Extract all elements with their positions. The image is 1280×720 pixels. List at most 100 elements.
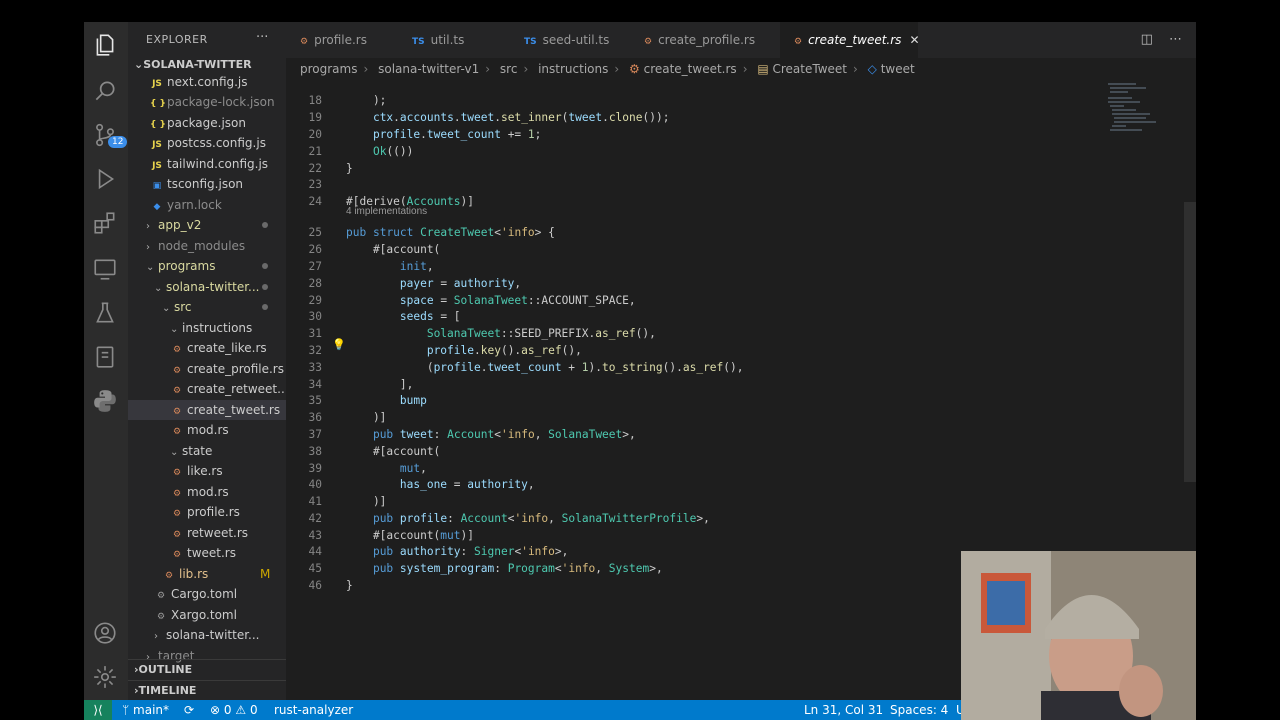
code-line[interactable]: 25 pub struct CreateTweet<'info> { — [286, 224, 1086, 241]
file-package-lock[interactable]: { }package-lock.json — [128, 92, 286, 112]
breadcrumb-item[interactable]: tweet — [881, 62, 915, 76]
breadcrumb-item[interactable]: src — [500, 62, 518, 76]
code-line[interactable]: 35 bump — [286, 392, 1086, 409]
file-create-tweet[interactable]: ⚙ create_tweet.rs — [128, 400, 286, 420]
file-create-retweet[interactable]: ⚙ create_retweet... — [128, 379, 286, 399]
file-tsconfig[interactable]: ▣ tsconfig.json — [128, 174, 286, 194]
explorer-icon[interactable] — [92, 32, 120, 60]
folder-programs[interactable]: ⌄ programs — [128, 256, 286, 276]
code-line[interactable]: 20 profile.tweet_count += 1; — [286, 126, 1086, 143]
cursor-position[interactable]: Ln 31, Col 31 — [804, 700, 883, 720]
code-line[interactable]: 18 ); — [286, 92, 1086, 109]
code-line[interactable]: 29 space = SolanaTweet::ACCOUNT_SPACE, — [286, 292, 1086, 309]
remote-explorer-icon[interactable] — [92, 256, 120, 284]
indentation-status[interactable]: Spaces: 4 — [890, 700, 948, 720]
tab-seed-util-ts[interactable]: TS seed-util.ts — [510, 22, 630, 58]
file-tailwind-config[interactable]: JS tailwind.config.js — [128, 154, 286, 174]
minimap[interactable] — [1106, 80, 1166, 160]
file-lib[interactable]: ⚙ lib.rs M — [128, 564, 286, 584]
file-retweet[interactable]: ⚙ retweet.rs — [128, 523, 286, 543]
folder-state[interactable]: ⌄ state — [128, 441, 286, 461]
search-icon[interactable] — [92, 78, 120, 106]
account-icon[interactable] — [92, 620, 120, 648]
timeline-section[interactable]: ›TIMELINE — [128, 680, 286, 700]
file-create-like[interactable]: ⚙ create_like.rs — [128, 338, 286, 358]
folder-solana-twitter-2[interactable]: › solana-twitter... — [128, 625, 286, 645]
code-line[interactable]: 42 pub profile: Account<'info, SolanaTwi… — [286, 510, 1086, 527]
folder-app-v2[interactable]: › app_v2 — [128, 215, 286, 235]
code-line[interactable]: 31 SolanaTweet::SEED_PREFIX.as_ref(), — [286, 325, 1086, 342]
breadcrumb-item[interactable]: CreateTweet — [773, 62, 848, 76]
code-line[interactable]: 43 #[account(mut)] — [286, 527, 1086, 544]
tab-profile-rs[interactable]: ⚙ profile.rs — [286, 22, 398, 58]
code-line[interactable]: 38 #[account( — [286, 443, 1086, 460]
file-create-profile[interactable]: ⚙ create_profile.rs — [128, 359, 286, 379]
extensions-icon[interactable] — [92, 210, 120, 238]
outline-section[interactable]: ›OUTLINE — [128, 659, 286, 679]
code-line[interactable]: 40 has_one = authority, — [286, 476, 1086, 493]
file-tweet[interactable]: ⚙ tweet.rs — [128, 543, 286, 563]
code-line[interactable]: 22} — [286, 160, 1086, 177]
lightbulb-icon[interactable]: 💡 — [332, 338, 346, 351]
code-line[interactable]: 26 #[account( — [286, 241, 1086, 258]
file-state-mod[interactable]: ⚙ mod.rs — [128, 482, 286, 502]
folder-instructions[interactable]: ⌄ instructions — [128, 318, 286, 338]
notebook-icon[interactable] — [92, 344, 120, 372]
code-line[interactable]: 30 seeds = [ — [286, 308, 1086, 325]
tab-util-ts[interactable]: TS util.ts — [398, 22, 510, 58]
code-line[interactable]: 33 (profile.tweet_count + 1).to_string()… — [286, 359, 1086, 376]
rust-file-icon: ⚙ — [172, 407, 182, 417]
source-control-icon[interactable]: 12 — [92, 122, 128, 150]
line-number: 30 — [308, 310, 322, 323]
workspace-root[interactable]: ⌄SOLANA-TWITTER — [134, 58, 252, 71]
more-icon[interactable]: ⋯ — [1169, 32, 1182, 47]
code-line[interactable]: 27 init, — [286, 258, 1086, 275]
rust-analyzer-status[interactable]: rust-analyzer — [274, 700, 353, 720]
run-debug-icon[interactable] — [92, 166, 120, 194]
code-line[interactable]: 37 pub tweet: Account<'info, SolanaTweet… — [286, 426, 1086, 443]
folder-solana-twitter-v1[interactable]: ⌄ solana-twitter... — [128, 277, 286, 297]
python-icon[interactable] — [92, 388, 120, 416]
code-line[interactable]: 32 profile.key().as_ref(), — [286, 342, 1086, 359]
chevron-right-icon: › — [154, 631, 158, 642]
file-postcss-config[interactable]: JS postcss.config.js — [128, 133, 286, 153]
branch-status[interactable]: ᛘ main* — [122, 700, 169, 720]
code-line[interactable]: 41 )] — [286, 493, 1086, 510]
problems-status[interactable]: ⊗ 0 ⚠ 0 — [210, 700, 258, 720]
code-line[interactable]: 39 mut, — [286, 460, 1086, 477]
file-yarn-lock[interactable]: ◆ yarn.lock — [128, 195, 286, 215]
tab-create-profile-rs[interactable]: ⚙ create_profile.rs — [630, 22, 780, 58]
file-next-config[interactable]: JS next.config.js — [128, 72, 286, 92]
code-line[interactable]: 28 payer = authority, — [286, 275, 1086, 292]
testing-icon[interactable] — [92, 300, 120, 328]
folder-node-modules[interactable]: › node_modules — [128, 236, 286, 256]
breadcrumb-item[interactable]: create_tweet.rs — [644, 62, 737, 76]
chevron-right-icon: › — [146, 221, 150, 232]
breadcrumb-item[interactable]: solana-twitter-v1 — [378, 62, 479, 76]
breadcrumb-item[interactable]: instructions — [538, 62, 608, 76]
line-number: 46 — [308, 579, 322, 592]
file-like[interactable]: ⚙ like.rs — [128, 461, 286, 481]
code-line[interactable]: 36 )] — [286, 409, 1086, 426]
file-profile[interactable]: ⚙ profile.rs — [128, 502, 286, 522]
split-editor-icon[interactable]: ◫ — [1141, 32, 1153, 47]
codelens-implementations[interactable]: 4 implementations — [346, 206, 427, 217]
folder-src[interactable]: ⌄ src — [128, 297, 286, 317]
sync-icon[interactable]: ⟳ — [184, 700, 194, 720]
code-line[interactable]: 23 — [286, 176, 1086, 193]
settings-gear-icon[interactable] — [92, 664, 120, 692]
close-icon[interactable]: ✕ — [909, 33, 919, 47]
file-cargo-toml[interactable]: ⚙ Cargo.toml — [128, 584, 286, 604]
remote-icon[interactable]: ⟩⟨ — [84, 700, 112, 720]
breadcrumb-item[interactable]: programs — [300, 62, 357, 76]
file-xargo-toml[interactable]: ⚙ Xargo.toml — [128, 605, 286, 625]
code-text: } — [346, 162, 353, 175]
code-line[interactable]: 21 Ok(()) — [286, 143, 1086, 160]
file-instructions-mod[interactable]: ⚙ mod.rs — [128, 420, 286, 440]
code-line[interactable]: 34 ], — [286, 376, 1086, 393]
tab-create-tweet-rs[interactable]: ⚙ create_tweet.rs ✕ — [780, 22, 920, 58]
code-line[interactable]: 19 ctx.accounts.tweet.set_inner(tweet.cl… — [286, 109, 1086, 126]
file-package-json[interactable]: { }package.json — [128, 113, 286, 133]
more-actions-icon[interactable]: ··· — [256, 30, 268, 45]
editor-scrollbar[interactable] — [1184, 202, 1196, 482]
